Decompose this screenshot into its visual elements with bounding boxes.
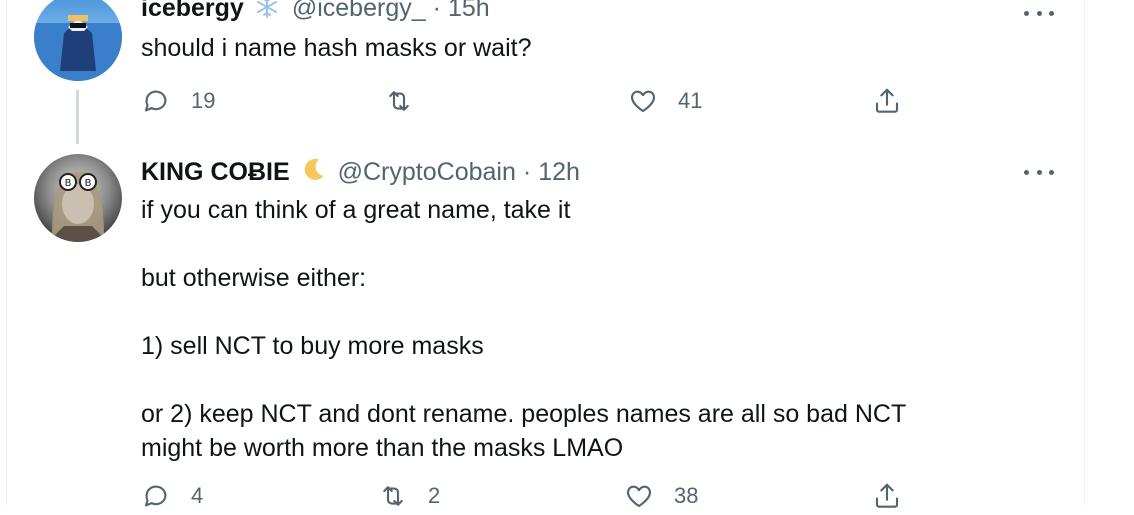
tweet-text: should i name hash masks or wait? — [141, 31, 531, 65]
like-count: 41 — [678, 88, 703, 113]
separator-dot: · — [522, 158, 532, 186]
share-button[interactable] — [872, 86, 902, 116]
avatar[interactable] — [34, 0, 122, 81]
like-count: 38 — [674, 483, 699, 508]
heart-icon — [630, 90, 656, 113]
retweet-icon — [389, 91, 409, 111]
crescent-moon-icon — [296, 156, 330, 186]
thread-connector-line — [76, 90, 79, 144]
tweet-blank-line — [141, 363, 906, 397]
timestamp[interactable]: 15h — [448, 0, 490, 23]
retweet-count: 2 — [428, 483, 441, 508]
tweet-actions: 4 2 38 — [141, 481, 941, 515]
avatar-iceberg-image — [34, 15, 122, 81]
more-options-icon[interactable] — [1024, 162, 1054, 182]
timestamp[interactable]: 12h — [538, 158, 580, 187]
tweet-text-line: 1) sell NCT to buy more masks — [141, 332, 484, 360]
avatar-portrait-image: B B — [48, 172, 108, 242]
svg-text:B: B — [65, 178, 72, 189]
tweet-header: KING COɃIE @CryptoCobain · 12h — [141, 156, 580, 187]
tweet-blank-line — [141, 295, 906, 329]
retweet-button[interactable]: 2 — [378, 481, 440, 511]
tweet-icebergy[interactable]: icebergy @icebergy_ · 15h should i name … — [0, 0, 1084, 150]
tweet-header: icebergy @icebergy_ · 15h — [141, 0, 490, 23]
tweet-text-line: or 2) keep NCT and dont rename. peoples … — [141, 400, 907, 428]
tweet-blank-line — [141, 227, 906, 261]
tweet-text-line: if you can think of a great name, take i… — [141, 196, 571, 224]
tweet-text-line: should i name hash masks or wait? — [141, 34, 532, 62]
display-name[interactable]: icebergy — [141, 0, 244, 23]
display-name[interactable]: KING COɃIE — [141, 158, 290, 187]
heart-icon — [626, 485, 652, 508]
svg-text:B: B — [85, 178, 92, 189]
reply-icon — [144, 90, 167, 112]
retweet-button[interactable] — [384, 86, 434, 116]
avatar[interactable]: B B — [34, 154, 122, 242]
more-options-icon[interactable] — [1024, 3, 1054, 23]
like-button[interactable]: 41 — [628, 86, 702, 116]
timeline-right-border — [1084, 0, 1085, 506]
user-handle[interactable]: @icebergy_ — [292, 0, 426, 23]
tweet-actions: 19 41 — [141, 86, 941, 120]
reply-count: 4 — [191, 483, 204, 508]
snowflake-icon — [250, 0, 284, 22]
tweet-text: if you can think of a great name, take i… — [141, 193, 906, 465]
like-button[interactable]: 38 — [624, 481, 698, 511]
reply-count: 19 — [191, 88, 216, 113]
reply-button[interactable]: 19 — [141, 86, 215, 116]
tweet-text-line: might be worth more than the masks LMAO — [141, 434, 624, 462]
reply-icon — [144, 485, 167, 507]
reply-button[interactable]: 4 — [141, 481, 203, 511]
separator-dot: · — [432, 0, 441, 22]
retweet-icon — [383, 486, 403, 506]
share-icon — [875, 483, 899, 508]
tweet-text-line: but otherwise either: — [141, 264, 367, 292]
tweet-cryptocobain[interactable]: B B KING COɃIE @CryptoCobain · 12h if yo… — [0, 150, 1084, 508]
user-handle[interactable]: @CryptoCobain — [338, 158, 516, 187]
share-button[interactable] — [872, 481, 902, 511]
share-icon — [875, 88, 899, 113]
